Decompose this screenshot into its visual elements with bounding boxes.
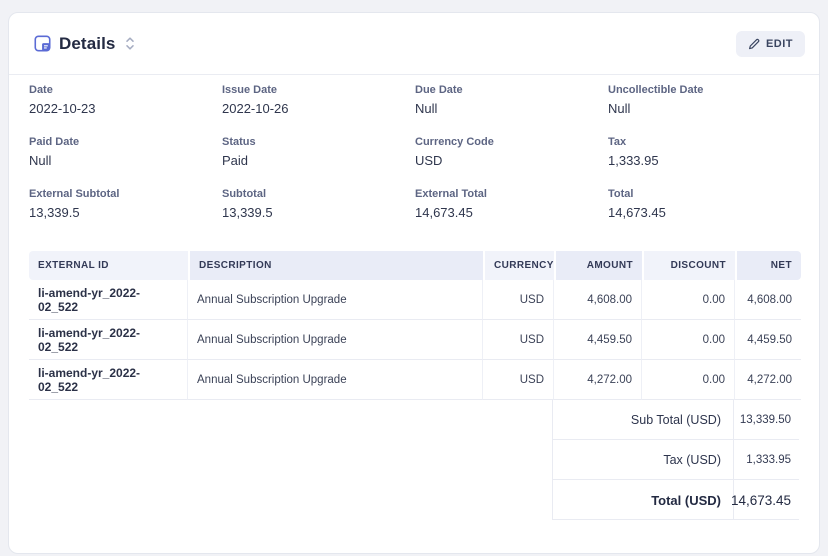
totals-summary: Sub Total (USD) 13,339.50 Tax (USD) 1,33… bbox=[552, 400, 799, 520]
field-tax: Tax 1,333.95 bbox=[608, 136, 801, 168]
summary-row-tax: Tax (USD) 1,333.95 bbox=[553, 440, 799, 480]
cell-external-id: li-amend-yr_2022-02_522 bbox=[29, 280, 188, 320]
card-header: Details EDIT bbox=[9, 13, 819, 75]
field-value: 13,339.5 bbox=[222, 205, 273, 220]
summary-value: 14,673.45 bbox=[731, 480, 800, 520]
field-value: 2022-10-23 bbox=[29, 101, 96, 116]
field-value: 2022-10-26 bbox=[222, 101, 289, 116]
field-value: Null bbox=[608, 101, 631, 116]
field-label: Due Date bbox=[415, 84, 463, 96]
pencil-icon bbox=[748, 38, 760, 50]
field-value: 1,333.95 bbox=[608, 153, 659, 168]
field-label: Uncollectible Date bbox=[608, 84, 704, 96]
cell-amount: 4,608.00 bbox=[554, 280, 642, 320]
edit-button-label: EDIT bbox=[765, 37, 793, 50]
cell-currency: USD bbox=[483, 320, 554, 360]
field-value: 14,673.45 bbox=[608, 205, 666, 220]
field-total: Total 14,673.45 bbox=[608, 188, 801, 220]
field-value: 14,673.45 bbox=[415, 205, 473, 220]
column-header-amount: AMOUNT bbox=[554, 251, 642, 280]
collapse-toggle-button[interactable] bbox=[123, 34, 137, 53]
cell-net: 4,272.00 bbox=[735, 360, 801, 400]
field-subtotal: Subtotal 13,339.5 bbox=[222, 188, 415, 220]
field-value: Null bbox=[415, 101, 438, 116]
column-header-net: NET bbox=[735, 251, 801, 280]
field-label: Currency Code bbox=[415, 136, 494, 148]
summary-label: Tax (USD) bbox=[663, 453, 721, 467]
sort-chevrons-icon bbox=[125, 36, 135, 51]
field-label: Date bbox=[29, 84, 53, 96]
summary-row-total: Total (USD) 14,673.45 bbox=[553, 480, 799, 520]
cell-external-id: li-amend-yr_2022-02_522 bbox=[29, 320, 188, 360]
cell-amount: 4,459.50 bbox=[554, 320, 642, 360]
cell-amount: 4,272.00 bbox=[554, 360, 642, 400]
field-due-date: Due Date Null bbox=[415, 84, 608, 116]
summary-label: Total (USD) bbox=[651, 492, 721, 508]
cell-description: Annual Subscription Upgrade bbox=[188, 280, 483, 320]
column-header-description: DESCRIPTION bbox=[188, 251, 483, 280]
line-items-table: EXTERNAL ID DESCRIPTION CURRENCY AMOUNT … bbox=[29, 251, 801, 400]
field-label: Status bbox=[222, 136, 256, 148]
edit-button[interactable]: EDIT bbox=[735, 30, 805, 57]
field-external-subtotal: External Subtotal 13,339.5 bbox=[29, 188, 222, 220]
cell-discount: 0.00 bbox=[642, 280, 735, 320]
field-date: Date 2022-10-23 bbox=[29, 84, 222, 116]
field-paid-date: Paid Date Null bbox=[29, 136, 222, 168]
table-header-row: EXTERNAL ID DESCRIPTION CURRENCY AMOUNT … bbox=[29, 251, 801, 280]
column-header-currency: CURRENCY bbox=[483, 251, 554, 280]
cell-external-id: li-amend-yr_2022-02_522 bbox=[29, 360, 188, 400]
summary-row-subtotal: Sub Total (USD) 13,339.50 bbox=[553, 400, 799, 440]
title-wrap: Details bbox=[34, 34, 137, 54]
field-value: USD bbox=[415, 153, 443, 168]
detail-fields-grid: Date 2022-10-23 Issue Date 2022-10-26 Du… bbox=[29, 84, 801, 220]
table-row: li-amend-yr_2022-02_522 Annual Subscript… bbox=[29, 360, 801, 400]
field-label: Total bbox=[608, 188, 634, 200]
cell-currency: USD bbox=[483, 360, 554, 400]
field-label: Issue Date bbox=[222, 84, 278, 96]
field-status: Status Paid bbox=[222, 136, 415, 168]
cell-currency: USD bbox=[483, 280, 554, 320]
table-row: li-amend-yr_2022-02_522 Annual Subscript… bbox=[29, 280, 801, 320]
cell-description: Annual Subscription Upgrade bbox=[188, 320, 483, 360]
table-row: li-amend-yr_2022-02_522 Annual Subscript… bbox=[29, 320, 801, 360]
summary-value: 1,333.95 bbox=[733, 440, 800, 480]
field-label: External Total bbox=[415, 188, 487, 200]
field-value: 13,339.5 bbox=[29, 205, 80, 220]
note-icon bbox=[34, 35, 51, 52]
field-currency-code: Currency Code USD bbox=[415, 136, 608, 168]
field-issue-date: Issue Date 2022-10-26 bbox=[222, 84, 415, 116]
summary-value: 13,339.50 bbox=[733, 400, 800, 440]
page-title: Details bbox=[59, 33, 116, 53]
cell-net: 4,608.00 bbox=[735, 280, 801, 320]
cell-discount: 0.00 bbox=[642, 320, 735, 360]
cell-discount: 0.00 bbox=[642, 360, 735, 400]
field-value: Null bbox=[29, 153, 52, 168]
summary-label: Sub Total (USD) bbox=[630, 413, 721, 427]
field-external-total: External Total 14,673.45 bbox=[415, 188, 608, 220]
cell-net: 4,459.50 bbox=[735, 320, 801, 360]
field-label: Tax bbox=[608, 136, 627, 148]
field-label: Paid Date bbox=[29, 136, 80, 148]
field-uncollectible-date: Uncollectible Date Null bbox=[608, 84, 801, 116]
field-label: External Subtotal bbox=[29, 188, 120, 200]
cell-description: Annual Subscription Upgrade bbox=[188, 360, 483, 400]
column-header-external-id: EXTERNAL ID bbox=[29, 251, 188, 280]
field-value: Paid bbox=[222, 153, 249, 168]
column-header-discount: DISCOUNT bbox=[642, 251, 735, 280]
field-label: Subtotal bbox=[222, 188, 266, 200]
details-card: Details EDIT Date 2022-10-23 Issue Date … bbox=[8, 12, 820, 554]
